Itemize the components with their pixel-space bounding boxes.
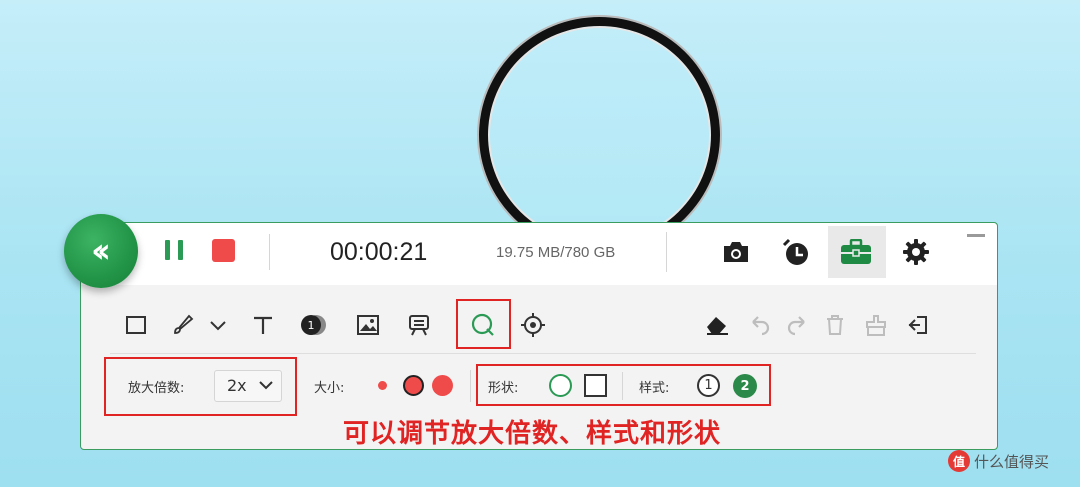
spotlight-tool[interactable] (518, 310, 548, 340)
magnifier-lens[interactable] (479, 17, 720, 253)
schedule-icon (782, 238, 808, 265)
settings-button[interactable] (900, 236, 932, 268)
whiteboard-tool[interactable] (404, 310, 434, 340)
svg-text:1: 1 (308, 319, 315, 332)
text-tool[interactable] (248, 310, 278, 340)
watermark-logo: 值 (948, 450, 970, 472)
chevron-down-icon (210, 321, 226, 331)
image-tool[interactable] (353, 310, 383, 340)
size-small[interactable] (378, 381, 387, 390)
undo-icon (752, 316, 770, 336)
divider (470, 370, 471, 402)
highlight-zoom-options (104, 357, 297, 416)
pause-button[interactable] (162, 238, 186, 262)
recording-timer: 00:00:21 (330, 238, 428, 266)
rectangle-tool[interactable] (121, 310, 151, 340)
number-marker-icon: 1 (301, 315, 326, 335)
image-icon (357, 315, 379, 335)
exit-annotation-button[interactable] (903, 310, 933, 340)
spotlight-icon (521, 313, 545, 337)
highlight-magnifier-tool (456, 299, 511, 349)
clear-icon (866, 315, 886, 336)
screenshot-button[interactable] (720, 236, 752, 268)
eraser-icon (707, 317, 728, 335)
schedule-button[interactable] (780, 236, 812, 268)
clear-button[interactable] (861, 310, 891, 340)
highlight-shape-style-options (476, 364, 771, 406)
watermark: 值 什么值得买 (948, 450, 1049, 472)
brush-tool[interactable] (168, 310, 198, 340)
double-chevron-left-icon: ‹‹ (90, 231, 111, 271)
pause-icon-bar (178, 240, 183, 260)
eraser-tool[interactable] (702, 310, 732, 340)
number-marker-tool[interactable]: 1 (298, 310, 328, 340)
redo-icon (787, 316, 805, 336)
minimize-button[interactable] (967, 234, 985, 237)
divider (110, 353, 976, 354)
redo-button[interactable] (782, 310, 812, 340)
stop-button[interactable] (212, 239, 235, 262)
delete-icon (827, 315, 843, 335)
undo-button[interactable] (745, 310, 775, 340)
toolbox-icon (841, 239, 871, 264)
watermark-text: 什么值得买 (974, 452, 1050, 471)
size-medium[interactable] (403, 375, 424, 396)
text-icon (254, 316, 272, 334)
divider (666, 232, 667, 272)
brush-icon (174, 314, 194, 334)
collapse-button[interactable]: ‹‹ (64, 214, 138, 288)
size-large[interactable] (432, 375, 453, 396)
file-size-readout: 19.75 MB/780 GB (496, 244, 616, 261)
brush-dropdown[interactable] (203, 310, 233, 340)
exit-icon (908, 316, 927, 334)
divider (269, 234, 270, 270)
camera-icon (724, 242, 748, 262)
size-label: 大小: (314, 381, 345, 396)
pause-icon (165, 240, 170, 260)
rectangle-icon (126, 316, 146, 334)
whiteboard-icon (409, 315, 429, 336)
toolbox-button[interactable] (840, 236, 872, 268)
annotation-caption: 可以调节放大倍数、样式和形状 (343, 419, 722, 449)
delete-button[interactable] (820, 310, 850, 340)
gear-icon (903, 239, 929, 265)
